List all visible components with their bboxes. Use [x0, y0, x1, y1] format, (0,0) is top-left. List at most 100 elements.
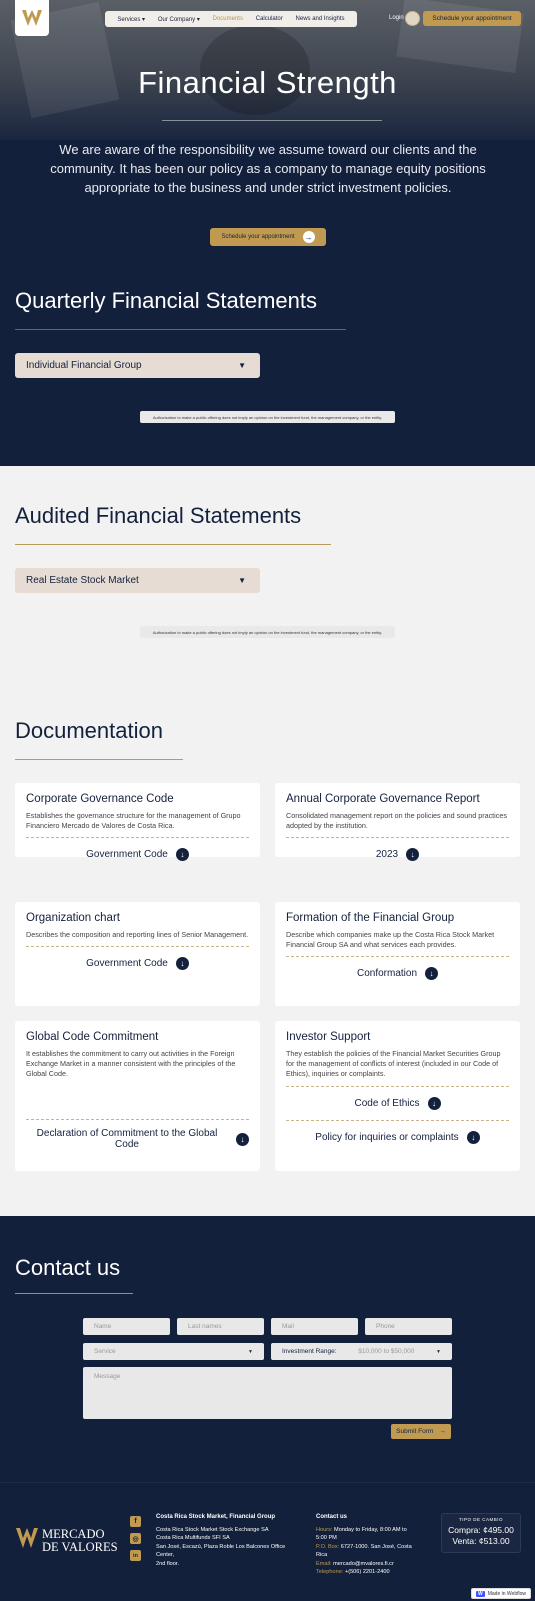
caret-down-icon: ▼ — [238, 576, 246, 585]
footer-company-column: Costa Rica Stock Market, Financial Group… — [156, 1513, 291, 1568]
nav-our-company[interactable]: Our Company ▾ — [158, 16, 200, 23]
doc-card-description: Describes the composition and reporting … — [26, 930, 249, 939]
investment-range-value: $10,000 to $50,000 — [358, 1348, 415, 1355]
doc-link-label: Government Code — [86, 958, 168, 969]
doc-download-link[interactable]: Conformation ↓ — [286, 967, 509, 980]
service-select[interactable]: Service ▼ — [83, 1343, 264, 1360]
footer-company-line: 2nd floor. — [156, 1560, 180, 1567]
logo-line2: DE VALORES — [42, 1540, 118, 1554]
hero-description: We are aware of the responsibility we as… — [50, 142, 486, 195]
user-avatar-icon[interactable] — [405, 11, 420, 26]
footer-logo-text[interactable]: MERCADO DE VALORES — [42, 1528, 118, 1554]
footer-contact-title: Contact us — [316, 1514, 348, 1520]
nav-news[interactable]: News and Insights — [296, 16, 345, 22]
quarterly-select-value: Individual Financial Group — [26, 360, 142, 371]
brand-logo-icon — [22, 10, 42, 26]
doc-download-link[interactable]: Declaration of Commitment to the Global … — [26, 1128, 249, 1150]
doc-card-divider — [26, 837, 249, 838]
download-icon: ↓ — [406, 848, 420, 861]
schedule-appointment-button[interactable]: Schedule your appointment — [423, 11, 521, 26]
webflow-logo-icon: W — [476, 1590, 485, 1597]
doc-link-label: 2023 — [375, 849, 399, 860]
hero-schedule-button[interactable]: Schedule your appointment → — [210, 228, 326, 246]
submit-label: Submit Form — [396, 1428, 434, 1435]
tel-link[interactable]: +(506) 2201-2400 — [345, 1569, 390, 1575]
email-label: Email: — [316, 1560, 332, 1567]
audited-title: Audited Financial Statements — [15, 503, 302, 528]
doc-download-link[interactable]: Code of Ethics ↓ — [286, 1097, 509, 1110]
last-name-input[interactable]: Last names — [177, 1318, 264, 1335]
doc-download-link[interactable]: Government Code ↓ — [26, 957, 249, 970]
download-icon: ↓ — [236, 1132, 249, 1146]
doc-card-description: Describe which companies make up the Cos… — [286, 930, 495, 949]
doc-download-link[interactable]: Policy for inquiries or complaints ↓ — [286, 1131, 509, 1144]
audited-disclaimer: Authorization to make a public offering … — [140, 626, 395, 638]
nav-services[interactable]: Services ▾ — [117, 16, 145, 23]
contact-divider — [15, 1293, 133, 1294]
download-icon: ↓ — [175, 957, 189, 970]
exchange-rate-title: TIPO DE CAMBIO — [458, 1517, 503, 1522]
doc-card-description: Consolidated management report on the po… — [286, 811, 507, 830]
arrow-right-icon: → — [439, 1428, 446, 1435]
doc-card-divider — [26, 946, 249, 947]
instagram-icon[interactable]: ◎ — [130, 1533, 141, 1544]
contact-title: Contact us — [15, 1255, 121, 1280]
linkedin-icon[interactable]: in — [130, 1550, 141, 1561]
doc-card-title: Investor Support — [286, 1031, 371, 1043]
doc-card-divider — [26, 1119, 249, 1120]
hero-schedule-label: Schedule your appointment — [221, 234, 295, 240]
download-icon: ↓ — [175, 848, 189, 861]
nav-calculator[interactable]: Calculator — [256, 16, 283, 22]
doc-link-label: Government Code — [86, 849, 168, 860]
arrow-right-icon: → — [302, 231, 315, 243]
doc-card: Global Code Commitment It establishes th… — [15, 1021, 260, 1171]
phone-input[interactable]: Phone — [365, 1318, 452, 1335]
doc-card-divider — [286, 1086, 509, 1087]
hours-label: Hours: — [316, 1526, 333, 1533]
doc-link-label: Conformation — [356, 968, 418, 979]
name-input[interactable]: Name — [83, 1318, 170, 1335]
nav-documents[interactable]: Documents — [213, 16, 243, 22]
doc-card: Corporate Governance Code Establishes th… — [15, 783, 260, 861]
audited-select[interactable]: Real Estate Stock Market ▼ — [15, 568, 260, 593]
doc-card: Organization chart Describes the composi… — [15, 902, 260, 1006]
footer-company-title: Costa Rica Stock Market, Financial Group — [156, 1514, 276, 1520]
quarterly-select[interactable]: Individual Financial Group ▼ — [15, 353, 260, 378]
quarterly-title: Quarterly Financial Statements — [15, 288, 318, 313]
message-textarea[interactable]: Message — [83, 1367, 452, 1419]
doc-card-divider — [286, 1120, 509, 1121]
mail-input[interactable]: Mail — [271, 1318, 358, 1335]
footer-company-line: Costa Rica Multifunds SFI SA — [156, 1535, 230, 1541]
doc-card-title: Annual Corporate Governance Report — [286, 793, 480, 805]
brand-logo[interactable] — [15, 0, 49, 36]
doc-download-link[interactable]: Government Code ↓ — [26, 848, 249, 861]
tel-label: Telephone: — [316, 1569, 344, 1575]
investment-range-label: Investment Range: — [282, 1348, 337, 1355]
facebook-icon[interactable]: f — [130, 1516, 141, 1527]
login-link[interactable]: Login — [389, 15, 404, 21]
doc-card-title: Global Code Commitment — [26, 1031, 159, 1043]
submit-form-button[interactable]: Submit Form → — [391, 1424, 451, 1439]
doc-card-divider — [286, 956, 509, 957]
investment-range-select[interactable]: Investment Range: $10,000 to $50,000 ▼ — [271, 1343, 452, 1360]
contact-section: Contact us Name Last names Mail Phone Se… — [0, 1216, 535, 1482]
webflow-badge-label: Made in Webflow — [487, 1590, 526, 1597]
quarterly-divider — [15, 329, 346, 330]
audited-divider — [15, 544, 331, 545]
service-select-placeholder: Service — [94, 1348, 116, 1355]
download-icon: ↓ — [425, 967, 439, 980]
email-link[interactable]: mercado@mvalores.fi.cr — [333, 1561, 394, 1567]
exchange-rate-buy: Compra: ¢495.00 — [448, 1525, 514, 1535]
doc-download-link[interactable]: 2023 ↓ — [286, 848, 509, 861]
doc-link-label: Declaration of Commitment to the Global … — [36, 1128, 218, 1150]
page-title: Financial Strength — [138, 65, 397, 100]
doc-card: Annual Corporate Governance Report Conso… — [275, 783, 520, 861]
footer-company-line: Costa Rica Stock Market Stock Exchange S… — [156, 1526, 269, 1533]
doc-card-description: They establish the policies of the Finan… — [286, 1049, 501, 1078]
main-nav: Services ▾ Our Company ▾ Documents Calcu… — [105, 11, 357, 27]
hero-section: Services ▾ Our Company ▾ Documents Calcu… — [0, 0, 535, 466]
doc-card: Formation of the Financial Group Describ… — [275, 902, 520, 1006]
made-in-webflow-badge[interactable]: W Made in Webflow — [471, 1588, 531, 1599]
download-icon: ↓ — [427, 1097, 441, 1110]
doc-link-label: Code of Ethics — [354, 1098, 420, 1109]
